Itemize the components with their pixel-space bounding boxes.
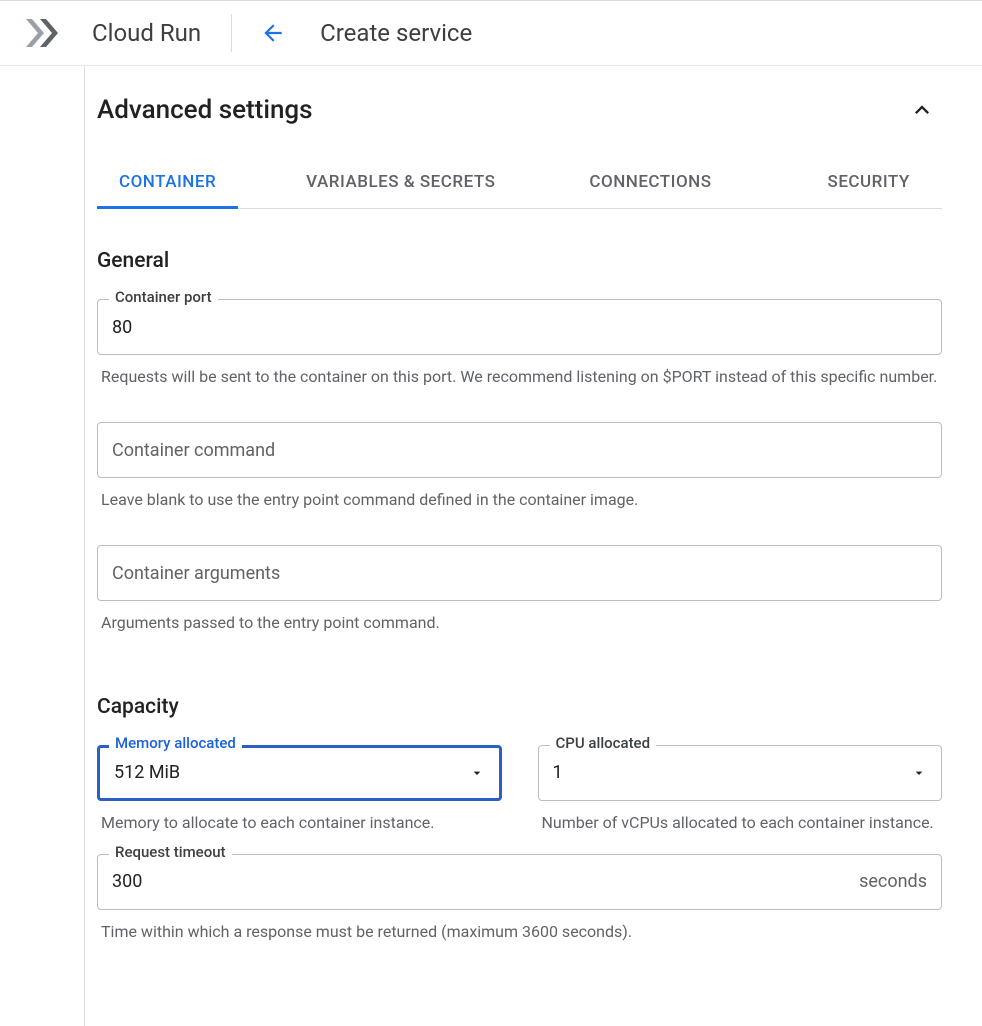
caret-down-icon [911,765,927,781]
container-arguments-input[interactable] [112,563,927,584]
container-arguments-helper: Arguments passed to the entry point comm… [101,611,938,634]
tab-security[interactable]: SECURITY [806,158,932,208]
cloud-run-logo-icon [24,17,72,49]
memory-allocated-helper: Memory to allocate to each container ins… [101,811,498,834]
container-port-label: Container port [109,288,218,306]
chevron-up-icon [902,90,942,130]
product-name: Cloud Run [92,19,201,47]
tab-bar: CONTAINER VARIABLES & SECRETS CONNECTION… [97,158,942,209]
request-timeout-field: Request timeout seconds [97,854,942,910]
container-port-input[interactable] [112,317,927,338]
memory-allocated-select[interactable]: 512 MiB [97,745,502,801]
request-timeout-input[interactable] [112,871,849,892]
capacity-heading: Capacity [97,695,942,719]
container-command-helper: Leave blank to use the entry point comma… [101,488,938,511]
general-heading: General [97,249,942,273]
container-arguments-field [97,545,942,601]
advanced-settings-toggle[interactable]: Advanced settings [97,90,942,130]
tab-container[interactable]: CONTAINER [97,158,238,209]
section-title: Advanced settings [97,95,313,125]
memory-allocated-value: 512 MiB [114,762,180,783]
memory-allocated-label: Memory allocated [109,734,242,752]
top-bar: Cloud Run Create service [0,0,982,66]
request-timeout-helper: Time within which a response must be ret… [101,920,938,943]
container-command-field [97,422,942,478]
content-area: Advanced settings CONTAINER VARIABLES & … [84,66,982,1026]
request-timeout-label: Request timeout [109,843,232,861]
back-button[interactable] [254,14,292,52]
container-port-helper: Requests will be sent to the container o… [101,365,938,388]
page-title: Create service [320,19,472,47]
cpu-allocated-label: CPU allocated [550,734,657,752]
cpu-allocated-select[interactable]: 1 [538,745,943,801]
container-port-field: Container port [97,299,942,355]
cpu-allocated-value: 1 [553,762,563,783]
tab-variables-secrets[interactable]: VARIABLES & SECRETS [284,158,517,208]
container-command-input[interactable] [112,440,927,461]
divider [231,14,232,52]
caret-down-icon [469,765,485,781]
arrow-left-icon [260,20,286,46]
cpu-allocated-helper: Number of vCPUs allocated to each contai… [542,811,939,834]
request-timeout-suffix: seconds [849,871,927,892]
tab-connections[interactable]: CONNECTIONS [567,158,733,208]
